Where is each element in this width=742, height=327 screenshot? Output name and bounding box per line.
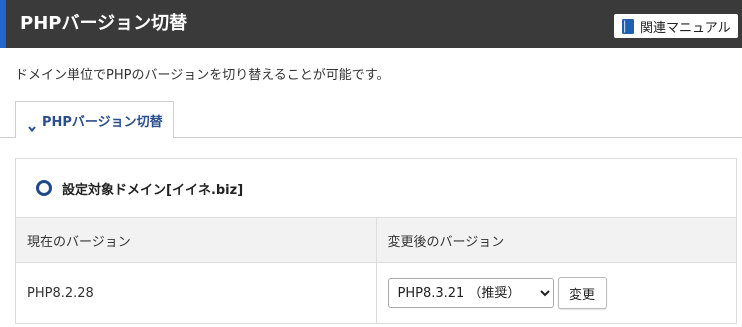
related-manual-button[interactable]: 関連マニュアル xyxy=(614,14,738,38)
version-table: 現在のバージョン 変更後のバージョン PHP8.2.28 PHP8.3.21 （… xyxy=(16,217,736,323)
domain-settings-panel: 設定対象ドメイン[イイネ.biz] 現在のバージョン 変更後のバージョン PHP… xyxy=(15,158,737,324)
page-header: PHPバージョン切替 関連マニュアル xyxy=(0,0,742,48)
current-version-value: PHP8.2.28 xyxy=(16,262,376,323)
chevron-down-icon xyxy=(28,117,36,133)
section-heading: 設定対象ドメイン[イイネ.biz] xyxy=(16,159,736,217)
table-row: PHP8.2.28 PHP8.3.21 （推奨） 変更 xyxy=(16,262,736,323)
tab-label: PHPバージョン切替 xyxy=(42,114,163,130)
tab-php-version-switch[interactable]: PHPバージョン切替 xyxy=(15,101,174,138)
page-title: PHPバージョン切替 xyxy=(20,13,188,34)
current-version-header: 現在のバージョン xyxy=(16,217,376,263)
header-accent-bar xyxy=(0,0,6,48)
change-button[interactable]: 変更 xyxy=(557,277,607,309)
table-header-row: 現在のバージョン 変更後のバージョン xyxy=(16,217,736,263)
related-manual-label: 関連マニュアル xyxy=(640,20,731,36)
radio-icon xyxy=(36,180,52,196)
php-version-select[interactable]: PHP8.3.21 （推奨） xyxy=(387,278,554,308)
target-domain-title: 設定対象ドメイン[イイネ.biz] xyxy=(62,182,244,198)
new-version-header: 変更後のバージョン xyxy=(375,217,736,263)
book-icon xyxy=(622,18,634,34)
new-version-cell: PHP8.3.21 （推奨） 変更 xyxy=(375,262,736,323)
page-description: ドメイン単位でPHPのバージョンを切り替えることが可能です。 xyxy=(15,68,390,83)
